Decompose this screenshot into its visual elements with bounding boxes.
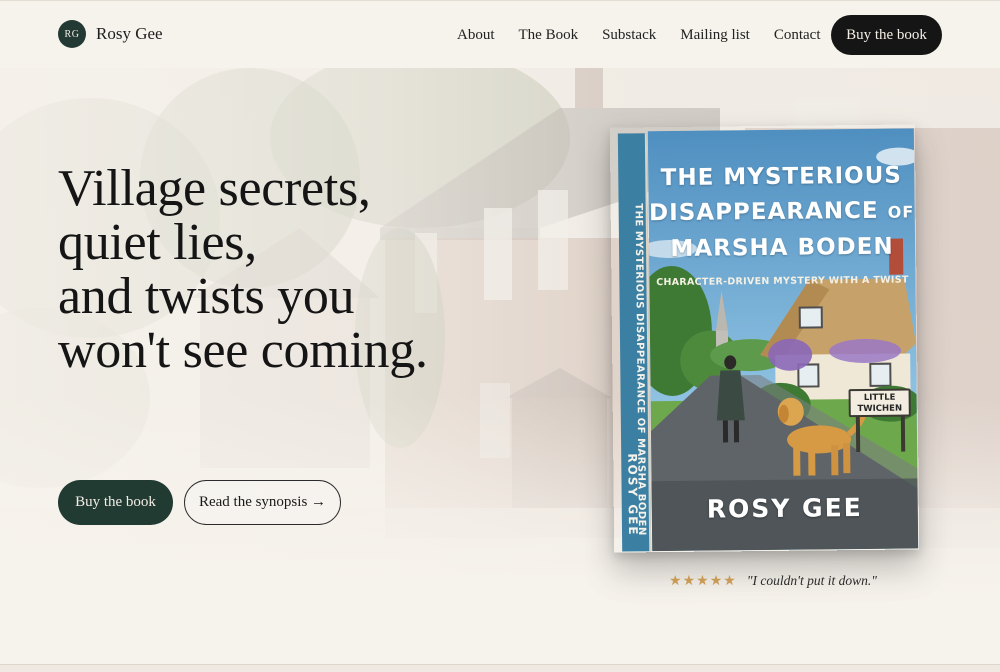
cover-title-of: OF bbox=[887, 202, 915, 222]
book-front-cover: THE MYSTERIOUS DISAPPEARANCE OF MARSHA B… bbox=[647, 128, 919, 552]
cover-title-line-1: THE MYSTERIOUS bbox=[660, 162, 903, 192]
review-quote: "I couldn't put it down." bbox=[746, 573, 877, 588]
star-icon: ★ bbox=[682, 573, 696, 589]
star-icon: ★ bbox=[723, 573, 736, 589]
headline-line-3: and twists you bbox=[58, 268, 355, 325]
cover-title-line-2: DISAPPEARANCE OF bbox=[649, 193, 915, 232]
book-cover-image[interactable]: THE MYSTERIOUS DISAPPEARANCE OF MARSHA B… bbox=[610, 124, 919, 552]
brand-name: Rosy Gee bbox=[96, 24, 163, 43]
sign-line-2: TWICHEN bbox=[857, 403, 903, 415]
section-divider bbox=[0, 664, 1000, 672]
village-sign: LITTLE TWICHEN bbox=[848, 388, 911, 418]
hero-headline: Village secrets, quiet lies, and twists … bbox=[58, 162, 478, 378]
sign-line-1: LITTLE bbox=[863, 392, 896, 403]
review-snippet: ★ ★ ★ ★ ★ "I couldn't put it down." bbox=[669, 573, 877, 589]
star-icon: ★ bbox=[669, 573, 682, 589]
nav-link-about[interactable]: About bbox=[457, 25, 495, 45]
nav-link-mailing-list[interactable]: Mailing list bbox=[680, 25, 750, 45]
spine-author: ROSY GEE bbox=[625, 453, 641, 537]
star-icon: ★ bbox=[709, 573, 723, 589]
hero-buy-button[interactable]: Buy the book bbox=[58, 480, 173, 525]
star-icon: ★ bbox=[696, 573, 709, 589]
cover-title-line-2-text: DISAPPEARANCE bbox=[648, 197, 879, 227]
hero-section: Village secrets, quiet lies, and twists … bbox=[0, 68, 1000, 664]
cover-author: ROSY GEE bbox=[706, 492, 863, 524]
nav-link-contact[interactable]: Contact bbox=[774, 25, 821, 45]
cover-title: THE MYSTERIOUS DISAPPEARANCE OF MARSHA B… bbox=[648, 158, 915, 267]
logo-monogram: RG bbox=[58, 20, 86, 48]
star-rating: ★ ★ ★ ★ ★ bbox=[669, 574, 737, 588]
headline-line-2: quiet lies, bbox=[58, 214, 257, 271]
main-nav: About The Book Substack Mailing list Con… bbox=[457, 25, 845, 45]
headline-line-4: won't see coming. bbox=[58, 322, 428, 379]
header-buy-button[interactable]: Buy the book bbox=[831, 15, 942, 55]
site-header: RG Rosy Gee About The Book Substack Mail… bbox=[0, 0, 1000, 68]
book-3d: THE MYSTERIOUS DISAPPEARANCE OF MARSHA B… bbox=[610, 124, 919, 552]
read-synopsis-button[interactable]: Read the synopsis → bbox=[184, 480, 341, 525]
nav-link-substack[interactable]: Substack bbox=[602, 25, 656, 45]
headline-line-1: Village secrets, bbox=[58, 160, 371, 217]
book-spine: THE MYSTERIOUS DISAPPEARANCE OF MARSHA B… bbox=[617, 133, 652, 552]
nav-link-the-book[interactable]: The Book bbox=[519, 25, 579, 45]
cover-title-line-3: MARSHA BODEN bbox=[670, 233, 894, 262]
brand-logo[interactable]: RG Rosy Gee bbox=[58, 20, 163, 48]
